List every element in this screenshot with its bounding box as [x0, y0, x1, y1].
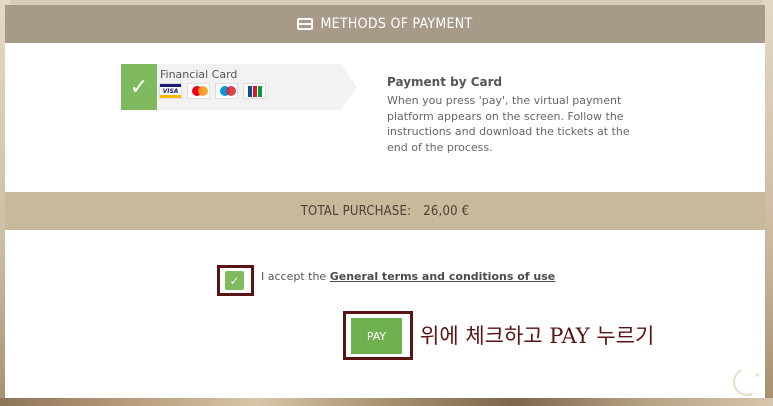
terms-prefix: I accept the [261, 270, 327, 283]
background-bottom-photo [0, 398, 773, 406]
star-icon: ✦ [754, 371, 761, 380]
checkmark-icon[interactable]: ✓ [121, 64, 157, 110]
maestro-logo [215, 83, 238, 99]
payment-method-label: Financial Card [160, 68, 238, 81]
terms-text: I accept the General terms and condition… [261, 270, 555, 283]
total-purchase-bar: TOTAL PURCHASE: 26,00 € [5, 192, 765, 230]
section-title: METHODS OF PAYMENT [320, 16, 473, 32]
payment-info-text: When you press 'pay', the virtual paymen… [387, 94, 630, 154]
section-header: METHODS OF PAYMENT [5, 5, 765, 43]
credit-card-icon [297, 18, 314, 30]
total-amount: 26,00 € [423, 203, 470, 219]
mastercard-logo [187, 83, 210, 99]
payment-info-title: Payment by Card [387, 75, 503, 89]
terms-link[interactable]: General terms and conditions of use [330, 270, 556, 283]
total-label: TOTAL PURCHASE: [300, 203, 412, 219]
terms-checkbox[interactable]: ✓ [225, 271, 244, 290]
card-logos: VISA [159, 83, 266, 99]
annotation-note: 위에 체크하고 PAY 누르기 [420, 324, 655, 348]
jcb-logo [243, 83, 266, 99]
payment-info: Payment by Card When you press 'pay', th… [387, 75, 647, 155]
visa-logo: VISA [159, 83, 182, 99]
pay-button[interactable]: PAY [351, 318, 402, 354]
